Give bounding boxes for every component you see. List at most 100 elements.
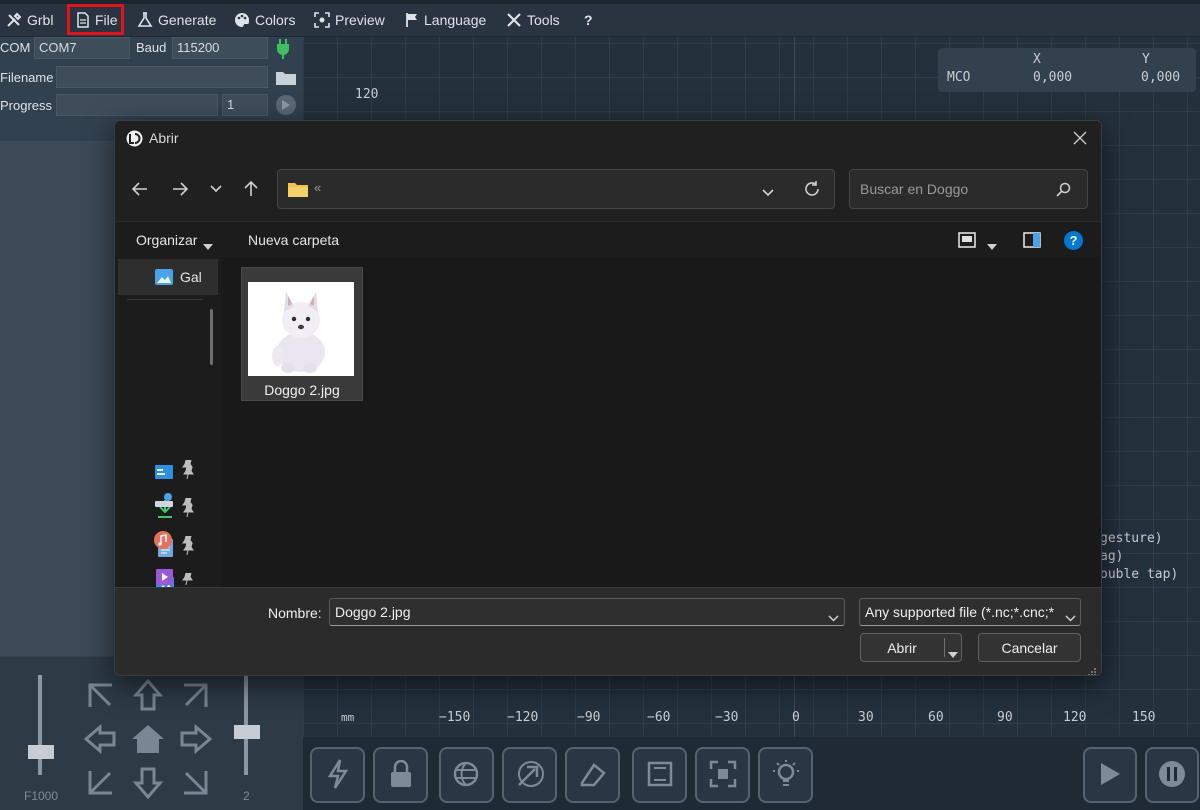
file-item[interactable]: Doggo 2.jpg [241, 267, 363, 401]
home-icon [132, 725, 164, 753]
file-name: Doggo 2.jpg [264, 382, 340, 398]
progress-count-stepper[interactable]: 1 [222, 94, 268, 116]
jog-panel: F1000 2 [0, 657, 303, 810]
search-input[interactable]: Buscar en Doggo [849, 169, 1088, 209]
jog-left-icon [83, 723, 116, 755]
x-unit-label: mm [341, 711, 355, 724]
filename-label: Filename [0, 70, 54, 85]
filename-field[interactable] [56, 66, 268, 88]
globe-pin-icon [452, 759, 482, 792]
menu-colors[interactable]: Colors [234, 8, 295, 32]
refresh-icon[interactable] [804, 181, 820, 200]
folder-icon[interactable] [276, 70, 296, 88]
play-button[interactable] [1083, 747, 1137, 803]
reset-button[interactable] [310, 747, 365, 803]
com-label: COM [0, 40, 31, 55]
jog-pad [82, 677, 214, 801]
menu-language-label: Language [424, 12, 487, 28]
plug-icon[interactable] [276, 39, 290, 62]
resize-grip-icon[interactable] [1087, 664, 1097, 675]
view-mode-chevron-icon[interactable] [987, 237, 997, 253]
nav-divider [127, 299, 203, 300]
home-position-button[interactable] [439, 747, 494, 803]
play-icon [1098, 761, 1122, 790]
address-bar[interactable]: « [277, 169, 835, 209]
menu-grbl[interactable]: Grbl [6, 8, 53, 32]
laser-test-button[interactable] [758, 747, 813, 803]
hint-line-2: ag) [1100, 549, 1124, 564]
menu-tools[interactable]: Tools [506, 8, 560, 32]
jog-right-icon [180, 723, 213, 755]
nav-scrollbar[interactable] [210, 309, 213, 365]
menu-help[interactable]: ? [584, 8, 593, 32]
menu-preview[interactable]: Preview [314, 8, 385, 32]
x-tick: 60 [928, 710, 944, 725]
pause-button[interactable] [1145, 747, 1199, 803]
file-thumbnail [248, 282, 354, 376]
run-icon[interactable] [276, 95, 296, 115]
filetype-select[interactable]: Any supported file (*.nc;*.cnc;* [859, 598, 1081, 626]
flask-icon [137, 12, 153, 28]
coord-y-header: Y [1142, 52, 1150, 67]
tools-icon [6, 12, 22, 28]
open-button-label: Abrir [887, 640, 917, 656]
x-tick: −150 [439, 710, 471, 725]
menu-language[interactable]: Language [405, 8, 486, 32]
open-button[interactable]: Abrir [860, 633, 962, 662]
set-zero-button[interactable] [565, 747, 620, 803]
up-arrow-icon[interactable] [239, 177, 263, 201]
pin-icon [182, 497, 193, 513]
step-slider-handle[interactable] [234, 725, 260, 739]
network-drive-icon[interactable] [155, 493, 173, 512]
view-mode-icon[interactable] [958, 232, 976, 251]
back-arrow-icon[interactable] [128, 177, 152, 201]
open-split-divider [944, 638, 945, 657]
feed-slider-track[interactable] [38, 675, 42, 775]
bottom-toolbar [303, 737, 1200, 810]
open-options-chevron-icon[interactable] [948, 645, 958, 661]
menu-bar: Grbl File Generate Colors Preview Langua… [0, 0, 1200, 37]
menu-file-label: File [95, 12, 118, 28]
baud-select[interactable]: 115200 [172, 37, 268, 59]
organize-button[interactable]: Organizar [136, 232, 197, 248]
menu-generate[interactable]: Generate [137, 8, 216, 32]
goto-zero-button[interactable] [502, 747, 557, 803]
nav-item-gallery[interactable]: Gal [118, 259, 218, 295]
filename-dropdown-icon[interactable] [828, 609, 839, 625]
new-folder-button[interactable]: Nueva carpeta [248, 232, 339, 248]
music-icon[interactable] [154, 531, 172, 552]
wrench-icon [506, 12, 522, 28]
search-icon [1056, 182, 1071, 200]
focus-button[interactable] [695, 747, 750, 803]
unlock-button[interactable] [373, 747, 428, 803]
pin-icon [182, 459, 193, 475]
menu-tools-label: Tools [527, 12, 560, 28]
jog-down-right-icon [184, 771, 208, 795]
step-value: 2 [243, 789, 250, 803]
forward-arrow-icon[interactable] [168, 177, 192, 201]
filename-input-value: Doggo 2.jpg [335, 604, 411, 620]
preview-pane-icon[interactable] [1023, 232, 1041, 251]
file-list[interactable]: Doggo 2.jpg [221, 257, 1101, 587]
com-port-select[interactable]: COM7 [34, 37, 130, 59]
x-tick: 120 [1063, 710, 1087, 725]
cancel-button[interactable]: Cancelar [978, 633, 1081, 662]
feed-slider-handle[interactable] [28, 745, 54, 759]
arrow-shape-icon [515, 759, 545, 792]
coordinates-panel: X Y MCO 0,000 0,000 [938, 48, 1196, 92]
coord-y-value: 0,000 [1141, 70, 1181, 85]
recent-locations-chevron-icon[interactable] [204, 177, 228, 201]
desktop-icon[interactable] [155, 465, 173, 482]
address-dropdown-icon[interactable] [762, 184, 774, 200]
menu-grbl-label: Grbl [27, 12, 54, 28]
frame-button[interactable] [632, 747, 687, 803]
filename-input[interactable]: Doggo 2.jpg [329, 598, 845, 626]
filetype-dropdown-icon[interactable] [1063, 609, 1076, 625]
videos-icon[interactable] [156, 569, 173, 588]
help-icon[interactable]: ? [1064, 231, 1083, 250]
close-icon[interactable] [1073, 131, 1087, 148]
lightning-icon [327, 758, 349, 792]
menu-file[interactable]: File [76, 8, 118, 32]
baud-label: Baud [136, 40, 167, 55]
organize-chevron-icon [203, 237, 213, 253]
